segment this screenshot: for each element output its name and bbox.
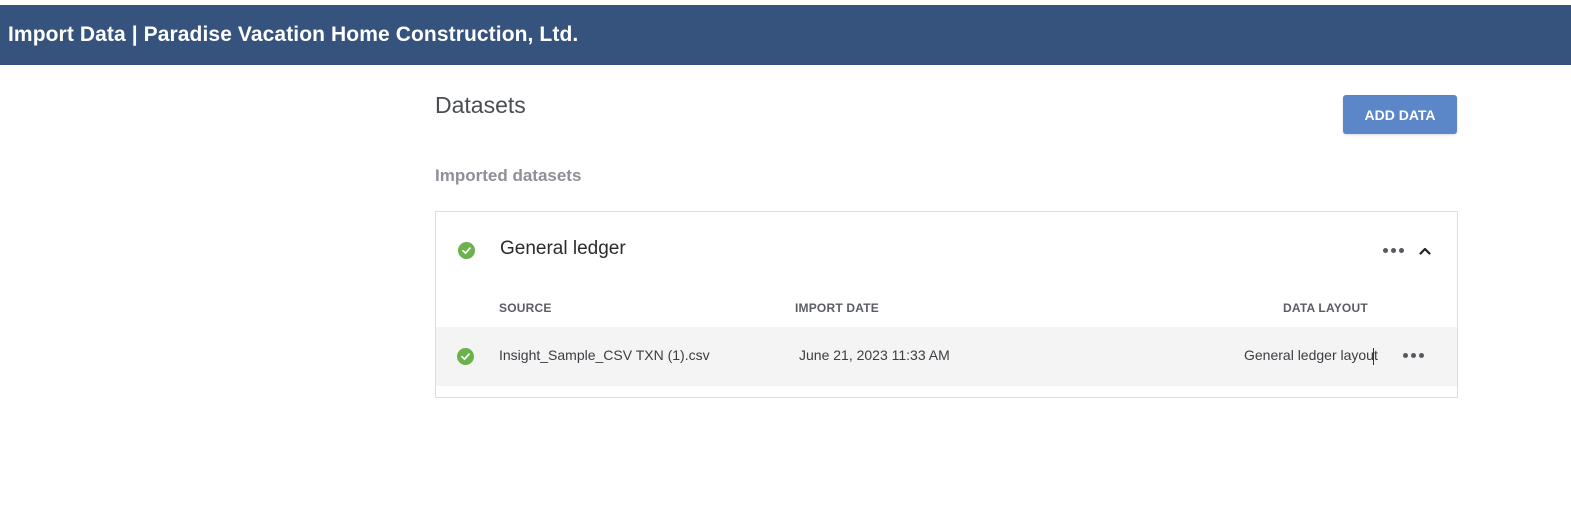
text-cursor (1373, 348, 1374, 365)
column-header-import-date[interactable]: IMPORT DATE (795, 301, 879, 315)
table-row[interactable]: Insight_Sample_CSV TXN (1).csv June 21, … (436, 327, 1457, 386)
dataset-name: General ledger (500, 238, 626, 259)
app-header-bar: Import Data | Paradise Vacation Home Con… (0, 5, 1571, 65)
row-import-date: June 21, 2023 11:33 AM (799, 347, 950, 363)
more-horizontal-icon[interactable] (1403, 353, 1424, 358)
column-header-source[interactable]: SOURCE (499, 301, 552, 315)
datasets-heading: Datasets (435, 92, 526, 118)
more-horizontal-icon[interactable] (1383, 248, 1404, 253)
check-circle-icon (457, 348, 474, 365)
column-header-data-layout[interactable]: DATA LAYOUT (1283, 301, 1368, 315)
row-source-file: Insight_Sample_CSV TXN (1).csv (499, 347, 710, 363)
chevron-up-icon[interactable] (1417, 243, 1433, 259)
check-circle-icon (458, 242, 475, 259)
dataset-card-header[interactable]: General ledger (436, 212, 1457, 290)
add-data-button[interactable]: ADD DATA (1343, 95, 1457, 134)
dataset-card: General ledger SOURCE IMPORT DATE DATA L… (435, 211, 1458, 398)
page-title: Import Data | Paradise Vacation Home Con… (8, 23, 579, 46)
row-data-layout: General ledger layout (1244, 347, 1378, 363)
imported-datasets-heading: Imported datasets (435, 166, 582, 185)
